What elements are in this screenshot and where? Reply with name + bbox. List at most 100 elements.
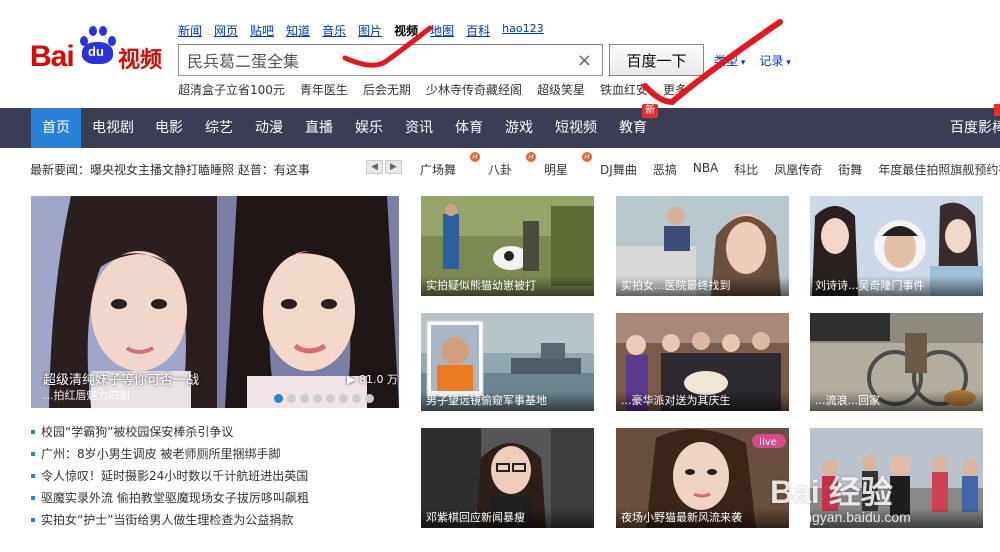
video-thumb[interactable]: 实拍疑似熊猫幼崽被打	[421, 196, 594, 296]
nav-news[interactable]: 新闻	[178, 22, 202, 39]
tag-item[interactable]: NBA	[693, 161, 718, 178]
channel-movie[interactable]: 电影	[147, 108, 191, 148]
history-dropdown[interactable]: 记录	[759, 52, 790, 69]
thumb-caption: 男子望远镜偷窥军事基地	[421, 391, 594, 411]
slide-dots	[274, 394, 374, 403]
top-nav: 新闻 网页 贴吧 知道 音乐 图片 视频 地图 百科 hao123	[178, 22, 556, 39]
tag-item[interactable]: 广场舞 H	[420, 152, 481, 178]
hot-icon: H	[526, 152, 537, 162]
search-button[interactable]: 百度一下	[609, 44, 704, 76]
thumb-caption: ...流浪...回家	[810, 391, 983, 411]
clear-icon[interactable]: ×	[577, 50, 592, 71]
tag-label: 明星	[544, 163, 569, 177]
thumb-caption: ...豪华派对送为其庆生	[616, 391, 789, 411]
channel-baidu-yingbang[interactable]: 百度影棒	[950, 108, 1000, 148]
hot-word[interactable]: 超清盒子立省100元	[178, 81, 285, 98]
news-item[interactable]: 驱魔实录外流 偷拍教堂驱魔现场女子拔厉哆叫飙粗	[31, 490, 309, 512]
slide-dot[interactable]	[352, 394, 361, 403]
play-count: ▶ 81.0 万	[347, 371, 398, 387]
channel-sports[interactable]: 体育	[447, 108, 491, 148]
hot-word-more[interactable]: 更多	[663, 81, 687, 98]
slide-dot[interactable]	[339, 394, 348, 403]
channel-home[interactable]: 首页	[31, 108, 81, 148]
corner-badge	[994, 104, 1000, 116]
hot-word[interactable]: 少林寺传奇藏经阁	[426, 81, 522, 98]
tag-item[interactable]: DJ舞曲	[600, 161, 637, 178]
video-thumb[interactable]: 刘诗诗...吴奇隆门事件	[810, 196, 983, 296]
slide-dot[interactable]	[287, 394, 296, 403]
logo-du-text: du	[88, 44, 104, 59]
channel-bar: 首页 电视剧 电影 综艺 动漫 直播 娱乐 资讯 体育 游戏 短视频 教育 百度…	[0, 108, 1000, 148]
news-item[interactable]: 实拍女“护士”当街给男人做生理检查为公益捐款	[31, 512, 309, 534]
genre-dropdown[interactable]: 类型	[714, 52, 745, 69]
thumb-caption: 夜场小野猫最新风流来袭	[616, 508, 789, 528]
video-thumb[interactable]: ...流浪...回家	[810, 313, 983, 411]
hot-words: 超清盒子立省100元 青年医生 后会无期 少林寺传奇藏经阁 超级笑星 铁血红安 …	[178, 81, 702, 98]
channel-news[interactable]: 资讯	[397, 108, 441, 148]
thumb-caption: 邓紫棋回应新闻暴瘦	[421, 508, 594, 528]
channel-variety[interactable]: 综艺	[197, 108, 241, 148]
video-thumb[interactable]: 实拍女...医院最终找到	[616, 196, 789, 296]
video-thumb[interactable]: live 夜场小野猫最新风流来袭	[616, 428, 789, 528]
tag-item[interactable]: 街舞	[838, 161, 862, 178]
news-item[interactable]: 令人惊叹！延时摄影24小时数以千计航班进出英国	[31, 468, 309, 490]
news-item[interactable]: 校园“学霸狗”被校园保安棒杀引争议	[31, 424, 309, 446]
news-ticker[interactable]: 最新要闻：曝央视女主播文静打瞌睡照 赵普：有这事	[30, 161, 310, 178]
thumb-caption: 刘诗诗...吴奇隆门事件	[810, 276, 983, 296]
slide-dot[interactable]	[313, 394, 322, 403]
nav-images[interactable]: 图片	[358, 22, 382, 39]
news-item[interactable]: 广州：8岁小男生调皮 被老师厕所里捆绑手脚	[31, 446, 309, 468]
baidu-video-logo[interactable]: Bai du 视频	[30, 22, 170, 74]
channel-games[interactable]: 游戏	[497, 108, 541, 148]
hot-word[interactable]: 后会无期	[363, 81, 411, 98]
channel-ent[interactable]: 娱乐	[347, 108, 391, 148]
live-badge: live	[759, 437, 777, 448]
tag-label: 广场舞	[420, 163, 457, 177]
search-input[interactable]	[179, 45, 569, 75]
video-thumb[interactable]: 邓紫棋回应新闻暴瘦	[421, 428, 594, 528]
nav-hao123[interactable]: hao123	[502, 22, 543, 39]
arrow-right-icon[interactable]: ▶	[385, 160, 402, 174]
tag-item[interactable]: 八卦 H	[488, 152, 537, 178]
tag-item[interactable]: 明星 H	[544, 152, 593, 178]
search-box: ×	[178, 44, 603, 76]
news-ticker-prefix: 最新要闻：	[30, 163, 91, 177]
hot-icon: H	[470, 152, 481, 162]
extra-links: 类型 记录	[714, 52, 791, 69]
nav-map[interactable]: 地图	[430, 22, 454, 39]
channel-anime[interactable]: 动漫	[247, 108, 291, 148]
channel-tv[interactable]: 电视剧	[85, 108, 141, 148]
hot-word[interactable]: 青年医生	[300, 81, 348, 98]
tag-item[interactable]: 恶搞	[653, 161, 677, 178]
nav-video[interactable]: 视频	[394, 22, 418, 39]
channel-live[interactable]: 直播	[297, 108, 341, 148]
hot-icon: H	[582, 152, 593, 162]
tag-item[interactable]: 年度最佳拍照旗舰预约有奖	[878, 161, 1000, 178]
nav-tieba[interactable]: 贴吧	[250, 22, 274, 39]
slide-dot[interactable]	[326, 394, 335, 403]
slide-dot[interactable]	[274, 394, 283, 403]
logo-bai-text: Bai	[30, 40, 75, 73]
watermark: Bai 经验	[770, 474, 893, 510]
channel-short-video[interactable]: 短视频	[547, 108, 605, 148]
nav-baike[interactable]: 百科	[466, 22, 490, 39]
hot-word[interactable]: 超级笑星	[537, 81, 585, 98]
video-thumb[interactable]: 男子望远镜偷窥军事基地	[421, 313, 594, 411]
logo-channel-text: 视频	[118, 48, 163, 73]
arrow-left-icon[interactable]: ◀	[366, 160, 383, 174]
nav-web[interactable]: 网页	[214, 22, 238, 39]
nav-music[interactable]: 音乐	[322, 22, 346, 39]
video-thumb[interactable]: ...豪华派对送为其庆生	[616, 313, 789, 411]
slide-dot[interactable]	[300, 394, 309, 403]
nav-zhidao[interactable]: 知道	[286, 22, 310, 39]
play-count-value: 81.0 万	[358, 373, 398, 386]
tag-label: 八卦	[488, 163, 513, 177]
news-ticker-text[interactable]: 曝央视女主播文静打瞌睡照 赵普：有这事	[90, 163, 310, 177]
feature-slide[interactable]: 超级清纯妹子等你可否一战 ...拍红唇魅力四射 ▶ 81.0 万	[31, 196, 399, 408]
hot-word[interactable]: 铁血红安	[600, 81, 648, 98]
tag-item[interactable]: 凤凰传奇	[774, 161, 822, 178]
tag-item[interactable]: 科比	[734, 161, 758, 178]
slide-dot[interactable]	[365, 394, 374, 403]
watermark-url: jingyan.baidu.com	[798, 509, 911, 525]
ticker-arrows: ◀ ▶	[366, 160, 402, 174]
